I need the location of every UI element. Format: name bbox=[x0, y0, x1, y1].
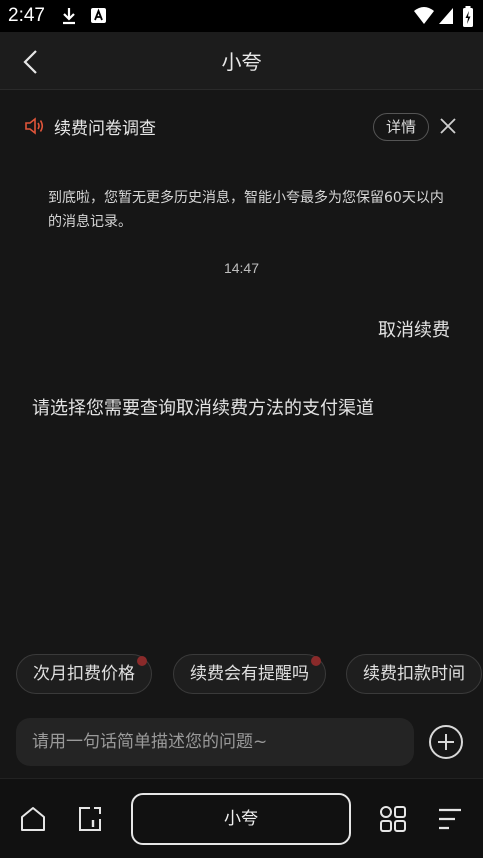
wifi-icon bbox=[414, 7, 434, 24]
apps-grid-icon[interactable] bbox=[379, 805, 407, 833]
message-input-row bbox=[0, 714, 483, 772]
menu-icon[interactable] bbox=[437, 805, 463, 833]
signal-icon bbox=[439, 8, 453, 24]
battery-charging-icon bbox=[463, 6, 473, 27]
survey-title: 续费问卷调查 bbox=[54, 119, 156, 139]
message-timestamp: 14:47 bbox=[223, 260, 260, 276]
add-icon[interactable] bbox=[428, 724, 464, 760]
suggestion-chip-label: 续费扣款时间 bbox=[363, 664, 465, 684]
header-bar: 小夸 bbox=[0, 32, 483, 90]
close-icon[interactable] bbox=[437, 115, 459, 137]
suggestion-chip-label: 次月扣费价格 bbox=[33, 664, 135, 684]
message-input[interactable] bbox=[16, 718, 414, 766]
tabs-icon[interactable] bbox=[76, 805, 104, 833]
user-message: 取消续费 bbox=[378, 320, 450, 341]
bottom-nav: 小夸 bbox=[0, 778, 483, 858]
speaker-icon bbox=[25, 117, 44, 135]
assistant-button[interactable]: 小夸 bbox=[131, 793, 351, 845]
bot-message: 请选择您需要查询取消续费方法的支付渠道 bbox=[32, 398, 374, 419]
history-note: 到底啦，您暂无更多历史消息，智能小夸最多为您保留60天以内的消息记录。 bbox=[48, 190, 444, 230]
home-icon[interactable] bbox=[19, 805, 47, 833]
survey-banner[interactable]: 续费问卷调查 详情 bbox=[0, 104, 483, 148]
status-time: 2:47 bbox=[8, 5, 45, 26]
suggestion-chips: 次月扣费价格 续费会有提醒吗 续费扣款时间 bbox=[16, 654, 483, 694]
suggestion-chip[interactable]: 续费扣款时间 bbox=[346, 654, 482, 694]
suggestion-chip[interactable]: 续费会有提醒吗 bbox=[173, 654, 326, 694]
new-indicator-dot bbox=[311, 656, 321, 666]
status-bar: 2:47 bbox=[0, 0, 483, 32]
new-indicator-dot bbox=[137, 656, 147, 666]
suggestion-chip-label: 续费会有提醒吗 bbox=[190, 664, 309, 684]
suggestion-chip[interactable]: 次月扣费价格 bbox=[16, 654, 152, 694]
page-title: 小夸 bbox=[221, 50, 262, 74]
app-notification-icon bbox=[91, 8, 106, 23]
detail-button[interactable]: 详情 bbox=[373, 113, 429, 141]
download-icon bbox=[63, 8, 75, 25]
